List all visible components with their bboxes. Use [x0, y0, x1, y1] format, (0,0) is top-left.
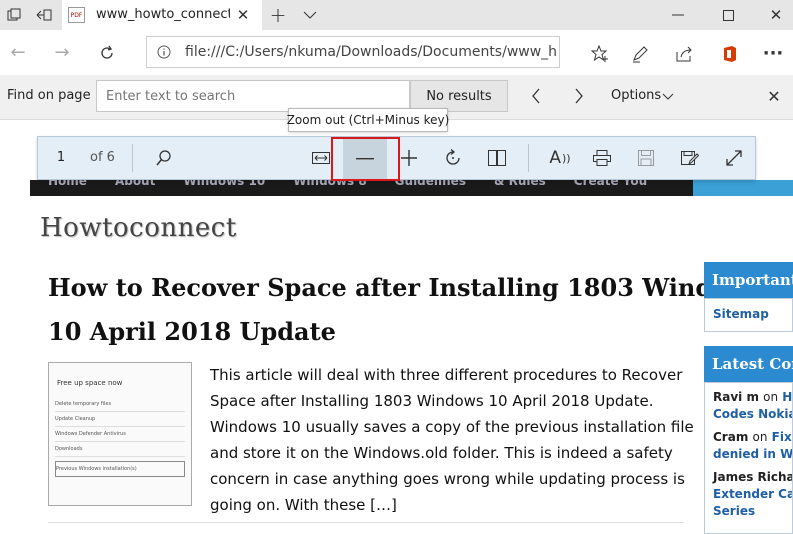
- page-number-input[interactable]: 1: [53, 150, 69, 165]
- site-nav-item[interactable]: & Rules: [494, 180, 546, 188]
- maximize-icon[interactable]: [718, 6, 738, 24]
- toolbar-separator: [132, 144, 133, 172]
- new-tab-icon[interactable]: +: [268, 3, 288, 27]
- page-layout-icon[interactable]: [486, 147, 508, 169]
- full-screen-icon[interactable]: [723, 147, 745, 169]
- set-tabs-aside-icon[interactable]: [36, 7, 52, 23]
- tab-title: www_howto_connect_c: [96, 7, 230, 22]
- share-icon[interactable]: [675, 44, 695, 64]
- zoom-in-icon[interactable]: [398, 147, 420, 169]
- print-icon[interactable]: [591, 147, 613, 169]
- widget-important-links-title: Important L: [704, 262, 793, 298]
- site-nav-item[interactable]: About: [115, 180, 155, 188]
- site-nav-strip: Home About Windows 10 Windows 8 Guidelin…: [30, 180, 693, 196]
- next-result-icon[interactable]: [569, 86, 589, 106]
- tab-actions-icon[interactable]: [6, 7, 22, 23]
- site-nav-item[interactable]: Windows 8: [293, 180, 366, 188]
- refresh-icon[interactable]: [96, 42, 118, 64]
- options-chevron-icon: [660, 90, 676, 102]
- excerpt-line: and store it on the Windows.old folder. …: [210, 444, 673, 462]
- info-icon[interactable]: [156, 44, 172, 60]
- comment-post-link[interactable]: denied in Wind: [713, 446, 792, 463]
- save-icon[interactable]: [635, 147, 657, 169]
- search-icon[interactable]: [153, 147, 175, 169]
- widget-latest-comments-title: Latest Com: [704, 346, 793, 382]
- comment-post-link[interactable]: Codes Nokia, S: [713, 406, 792, 423]
- add-favorite-icon[interactable]: [590, 44, 610, 64]
- article-title-line: 10 April 2018 Update: [48, 317, 336, 346]
- excerpt-line: concern in case anything goes wrong whil…: [210, 470, 685, 488]
- comment-author[interactable]: Ravi m: [713, 390, 759, 404]
- comment-on: on: [752, 430, 768, 444]
- read-aloud-icon[interactable]: A)): [548, 146, 572, 170]
- add-notes-icon[interactable]: [630, 44, 650, 64]
- find-label: Find on page: [7, 88, 91, 103]
- site-nav-item[interactable]: Create You: [574, 180, 647, 188]
- comment-post-link[interactable]: Extender Cab: [713, 486, 792, 503]
- thumbnail-line: Windows Defender Antivirus: [55, 427, 185, 442]
- comment-author[interactable]: Cram: [713, 430, 748, 444]
- read-aloud-glyph: A: [549, 148, 562, 168]
- excerpt-line: Space after Installing 1803 Windows 10 A…: [210, 392, 654, 410]
- article-title-line: How to Recover Space after Installing 18…: [48, 273, 763, 302]
- widget-important-links: Sitemap: [704, 298, 793, 332]
- comment-post-link[interactable]: Series: [713, 503, 792, 520]
- article-title[interactable]: How to Recover Space after Installing 18…: [48, 266, 763, 354]
- zoom-out-icon: [354, 148, 376, 170]
- widget-latest-comments: Ravi m on Ho Codes Nokia, S Cram on Fix …: [704, 382, 793, 534]
- sitemap-link[interactable]: Sitemap: [713, 307, 792, 321]
- site-nav-item[interactable]: Home: [48, 180, 87, 188]
- zoom-out-tooltip: Zoom out (Ctrl+Minus key): [287, 108, 449, 132]
- site-logo[interactable]: Howtoconnect: [40, 213, 237, 243]
- close-tab-icon[interactable]: ✕: [234, 6, 252, 24]
- url-text: file:///C:/Users/nkuma/Downloads/Documen…: [185, 44, 557, 60]
- page-total: of 6: [90, 150, 115, 165]
- options-button[interactable]: Options: [611, 88, 661, 103]
- comment-post-link[interactable]: Fix: [772, 430, 792, 444]
- comment-entry: Ravi m on Ho: [713, 389, 792, 406]
- site-nav-item[interactable]: Guidelines: [395, 180, 466, 188]
- article-excerpt: This article will deal with three differ…: [210, 362, 694, 518]
- fit-to-width-icon[interactable]: [309, 147, 333, 169]
- thumbnail-heading: Free up space now: [57, 379, 123, 387]
- comment-entry: Cram on Fix: [713, 429, 792, 446]
- rotate-icon[interactable]: [442, 147, 464, 169]
- previous-result-icon[interactable]: [526, 86, 546, 106]
- toolbar-separator: [528, 144, 529, 172]
- more-menu-icon[interactable]: ···: [762, 42, 784, 64]
- sidebar-strip: [693, 180, 793, 196]
- thumbnail-line: Update Cleanup: [55, 412, 185, 427]
- divider: [48, 522, 684, 523]
- article-thumbnail[interactable]: Free up space now Delete temporary files…: [48, 362, 192, 506]
- pdf-file-icon: PDF: [68, 7, 85, 23]
- office-extension-icon[interactable]: [720, 43, 740, 65]
- forward-icon[interactable]: →: [52, 42, 72, 63]
- comment-on: on: [763, 390, 779, 404]
- excerpt-line: Windows 10 usually saves a copy of the p…: [210, 418, 694, 436]
- excerpt-line: This article will deal with three differ…: [210, 366, 683, 384]
- comment-author[interactable]: James Richard: [713, 469, 792, 486]
- minimize-icon[interactable]: [668, 6, 688, 24]
- close-window-icon[interactable]: ✕: [766, 5, 786, 25]
- comment-post-link[interactable]: Ho: [782, 390, 792, 404]
- back-icon[interactable]: ←: [8, 42, 28, 63]
- excerpt-line: going on. With these […]: [210, 496, 397, 514]
- save-as-icon[interactable]: [679, 147, 701, 169]
- tab-preview-chevron-icon[interactable]: [300, 6, 320, 24]
- thumbnail-line: Previous Windows installation(s): [55, 461, 185, 477]
- thumbnail-line: Downloads: [55, 442, 185, 457]
- close-find-icon[interactable]: ✕: [764, 86, 784, 106]
- thumbnail-line: Delete temporary files: [55, 397, 185, 412]
- site-nav-item[interactable]: Windows 10: [183, 180, 265, 188]
